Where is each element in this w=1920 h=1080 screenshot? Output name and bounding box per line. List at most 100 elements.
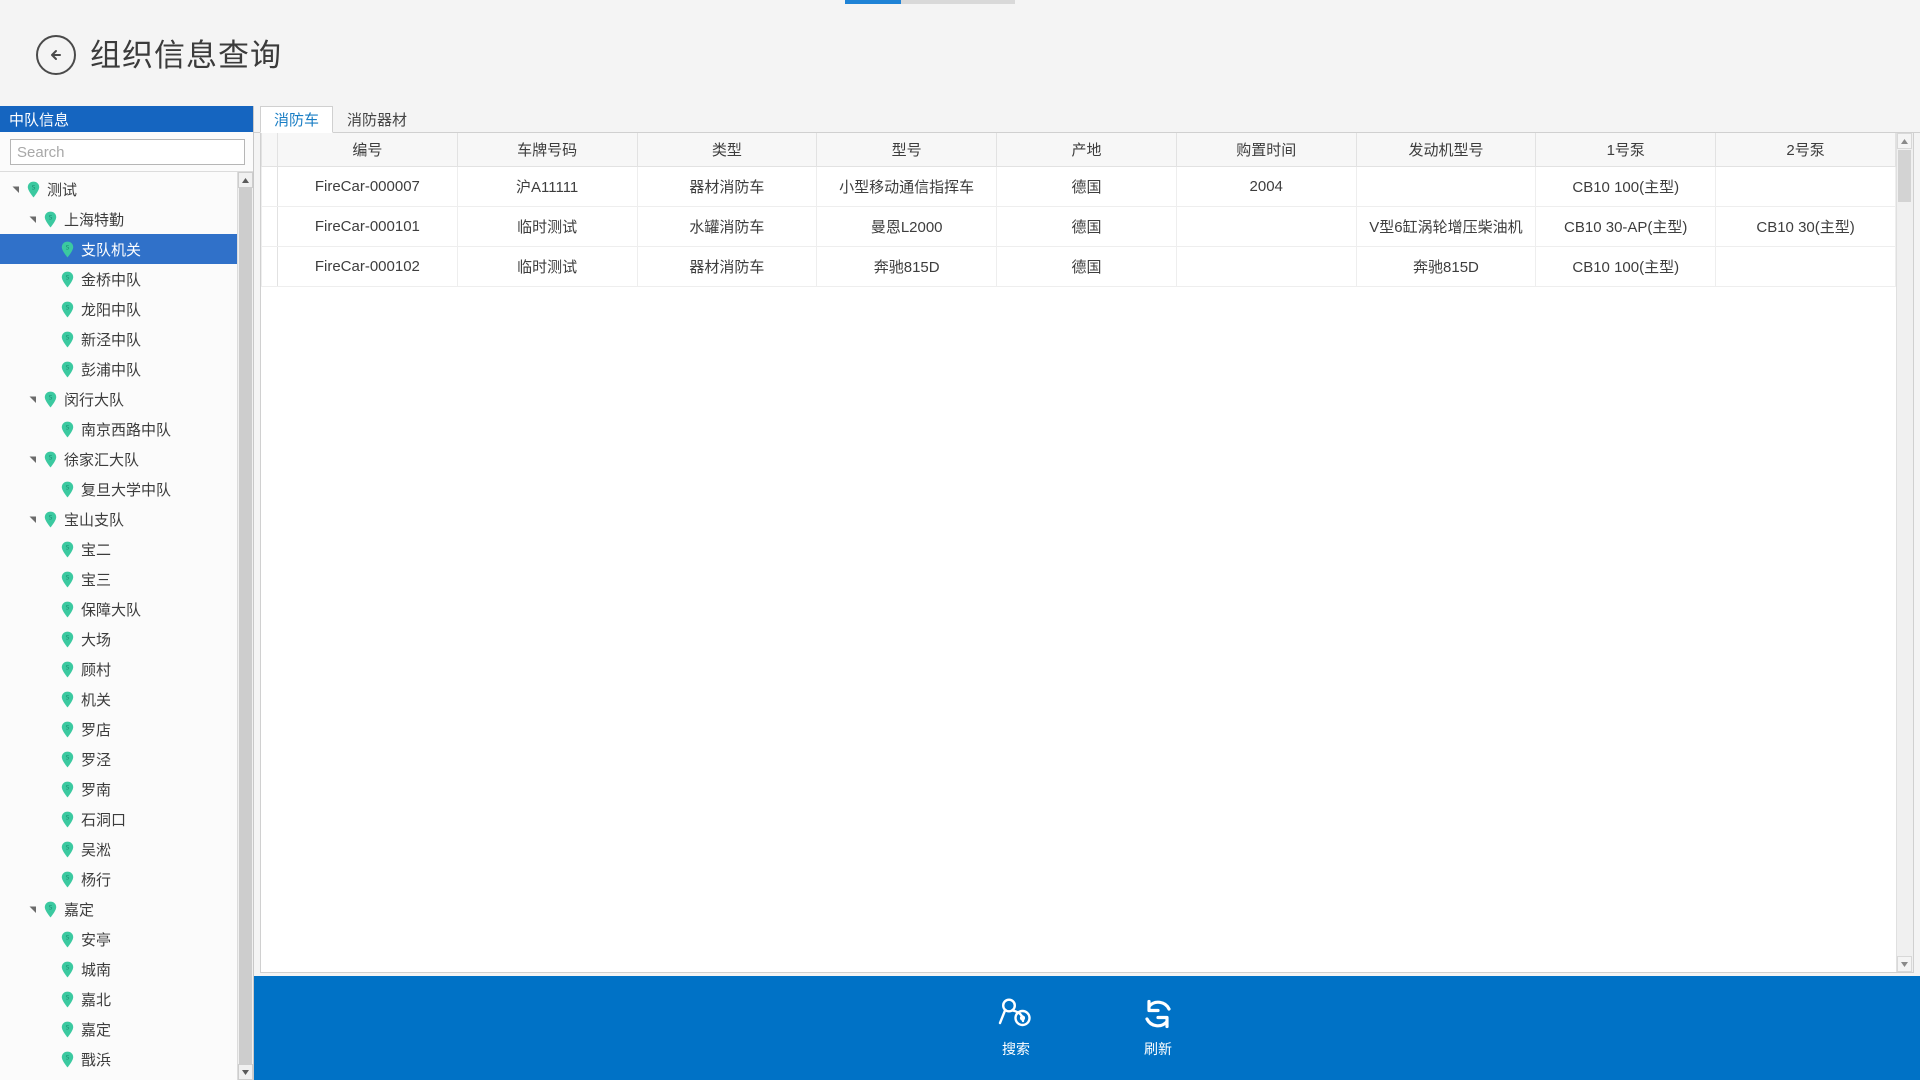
tree-expander-icon[interactable] <box>25 395 41 403</box>
tree-node-测试[interactable]: S 测试 <box>0 174 237 204</box>
main-content: 消防车 消防器材 编号 车牌号码 类型 型号 产地 购置时间 发动机型号 1号泵 2号泵 Fire… <box>254 106 1920 1080</box>
tree-node-杨行[interactable]: S 杨行 <box>0 864 237 894</box>
table-cell <box>1355 165 1537 207</box>
tree-node-罗泾[interactable]: S 罗泾 <box>0 744 237 774</box>
location-pin-icon: S <box>58 841 76 858</box>
location-pin-icon: S <box>58 421 76 438</box>
tab-消防车[interactable]: 消防车 <box>260 106 334 133</box>
grid-scroll-thumb[interactable] <box>1898 150 1911 202</box>
svg-text:S: S <box>65 544 69 551</box>
row-selector-cell[interactable] <box>261 205 278 247</box>
scroll-down-arrow[interactable] <box>238 1064 253 1080</box>
tree-node-罗店[interactable]: S 罗店 <box>0 714 237 744</box>
tree-node-上海特勤[interactable]: S 上海特勤 <box>0 204 237 234</box>
location-pin-icon: S <box>58 271 76 288</box>
column-header-1号泵[interactable]: 1号泵 <box>1535 133 1717 167</box>
tree-expander-icon[interactable] <box>25 455 41 463</box>
tree-node-嘉北[interactable]: S 嘉北 <box>0 984 237 1014</box>
location-pin-icon: S <box>61 931 73 947</box>
location-pin-icon: S <box>61 241 73 257</box>
table-row[interactable]: FireCar-000101 临时测试 水罐消防车 曼恩L2000 德国 V型6缸涡轮增压… <box>261 205 1896 247</box>
tree-node-宝二[interactable]: S 宝二 <box>0 534 237 564</box>
tree-node-label: 城南 <box>81 961 112 979</box>
row-selector-cell[interactable] <box>261 245 278 287</box>
table-cell: FireCar-000007 <box>277 165 458 207</box>
table-cell: CB10 100(主型) <box>1535 165 1717 207</box>
tree-node-石洞口[interactable]: S 石洞口 <box>0 804 237 834</box>
tree-node-嘉定[interactable]: S 嘉定 <box>0 1014 237 1044</box>
column-header-发动机型号[interactable]: 发动机型号 <box>1355 133 1537 167</box>
svg-text:S: S <box>65 424 69 431</box>
grid-scroll-up-arrow[interactable] <box>1897 133 1912 149</box>
tree-node-label: 支队机关 <box>81 241 142 259</box>
tree-node-金桥中队[interactable]: S 金桥中队 <box>0 264 237 294</box>
tree-node-城南[interactable]: S 城南 <box>0 954 237 984</box>
table-cell <box>1715 165 1896 207</box>
tree-node-嘉定[interactable]: S 嘉定 <box>0 894 237 924</box>
grid-scrollbar[interactable] <box>1896 133 1913 972</box>
column-header-产地[interactable]: 产地 <box>996 133 1177 167</box>
location-pin-icon: S <box>27 181 39 197</box>
tree-node-新泾中队[interactable]: S 新泾中队 <box>0 324 237 354</box>
tree-node-吴淞[interactable]: S 吴淞 <box>0 834 237 864</box>
grid-scroll-down-arrow[interactable] <box>1897 956 1912 972</box>
table-row[interactable]: FireCar-000007 沪A11111 器材消防车 小型移动通信指挥车 德国 200… <box>261 165 1896 207</box>
table-cell: 德国 <box>996 205 1177 247</box>
tree-node-label: 复旦大学中队 <box>81 481 172 499</box>
location-pin-icon: S <box>58 481 76 498</box>
scroll-up-arrow[interactable] <box>238 172 253 188</box>
top-accent-active-segment <box>845 0 901 4</box>
column-header-型号[interactable]: 型号 <box>816 133 998 167</box>
bottom-action-搜索[interactable]: 搜索 <box>973 997 1059 1059</box>
tree-node-复旦大学中队[interactable]: S 复旦大学中队 <box>0 474 237 504</box>
data-grid-area: 编号 车牌号码 类型 型号 产地 购置时间 发动机型号 1号泵 2号泵 FireCar-0000… <box>260 133 1914 973</box>
svg-text:S: S <box>65 274 69 281</box>
tree-node-机关[interactable]: S 机关 <box>0 684 237 714</box>
tree-expander-icon[interactable] <box>8 185 24 193</box>
tree-node-label: 保障大队 <box>81 601 142 619</box>
table-cell <box>1175 245 1357 287</box>
location-pin-icon: S <box>58 961 76 978</box>
tree-node-彭浦中队[interactable]: S 彭浦中队 <box>0 354 237 384</box>
tree-node-龙阳中队[interactable]: S 龙阳中队 <box>0 294 237 324</box>
tree-node-label: 金桥中队 <box>81 271 142 289</box>
tree-expander-icon[interactable] <box>25 515 41 523</box>
tree-node-徐家汇大队[interactable]: S 徐家汇大队 <box>0 444 237 474</box>
location-pin-icon: S <box>61 601 73 617</box>
tree-node-宝三[interactable]: S 宝三 <box>0 564 237 594</box>
location-pin-icon: S <box>61 991 73 1007</box>
tab-消防器材[interactable]: 消防器材 <box>333 105 421 132</box>
back-button[interactable] <box>36 35 76 75</box>
row-selector-cell[interactable] <box>261 165 278 207</box>
column-header-2号泵[interactable]: 2号泵 <box>1715 133 1896 167</box>
tree-node-闵行大队[interactable]: S 闵行大队 <box>0 384 237 414</box>
tree-expander-icon[interactable] <box>25 905 41 913</box>
bottom-action-刷新[interactable]: 刷新 <box>1115 997 1201 1059</box>
location-pin-icon: S <box>61 811 73 827</box>
search-input[interactable] <box>10 139 245 165</box>
tree-node-大场[interactable]: S 大场 <box>0 624 237 654</box>
table-cell <box>1715 245 1896 287</box>
tree-node-支队机关[interactable]: S 支队机关 <box>0 234 237 264</box>
tree-node-顾村[interactable]: S 顾村 <box>0 654 237 684</box>
column-header-编号[interactable]: 编号 <box>277 133 458 167</box>
location-pin-icon: S <box>41 901 59 918</box>
tree-scrollbar[interactable] <box>237 172 253 1080</box>
tree-node-安亭[interactable]: S 安亭 <box>0 924 237 954</box>
location-pin-icon: S <box>61 751 73 767</box>
tree-scroll-thumb[interactable] <box>239 188 252 1064</box>
tree-node-宝山支队[interactable]: S 宝山支队 <box>0 504 237 534</box>
tree-node-label: 罗泾 <box>81 751 112 769</box>
column-header-购置时间[interactable]: 购置时间 <box>1175 133 1357 167</box>
column-header-类型[interactable]: 类型 <box>636 133 818 167</box>
tree-node-罗南[interactable]: S 罗南 <box>0 774 237 804</box>
svg-text:S: S <box>65 964 69 971</box>
tree-node-南京西路中队[interactable]: S 南京西路中队 <box>0 414 237 444</box>
tree-expander-icon[interactable] <box>25 215 41 223</box>
table-cell: CB10 100(主型) <box>1535 245 1717 287</box>
location-pin-icon: S <box>61 361 73 377</box>
tree-node-保障大队[interactable]: S 保障大队 <box>0 594 237 624</box>
tree-node-戬浜[interactable]: S 戬浜 <box>0 1044 237 1074</box>
table-row[interactable]: FireCar-000102 临时测试 器材消防车 奔驰815D 德国 奔驰815D CB1… <box>261 245 1896 287</box>
column-header-车牌号码[interactable]: 车牌号码 <box>456 133 638 167</box>
